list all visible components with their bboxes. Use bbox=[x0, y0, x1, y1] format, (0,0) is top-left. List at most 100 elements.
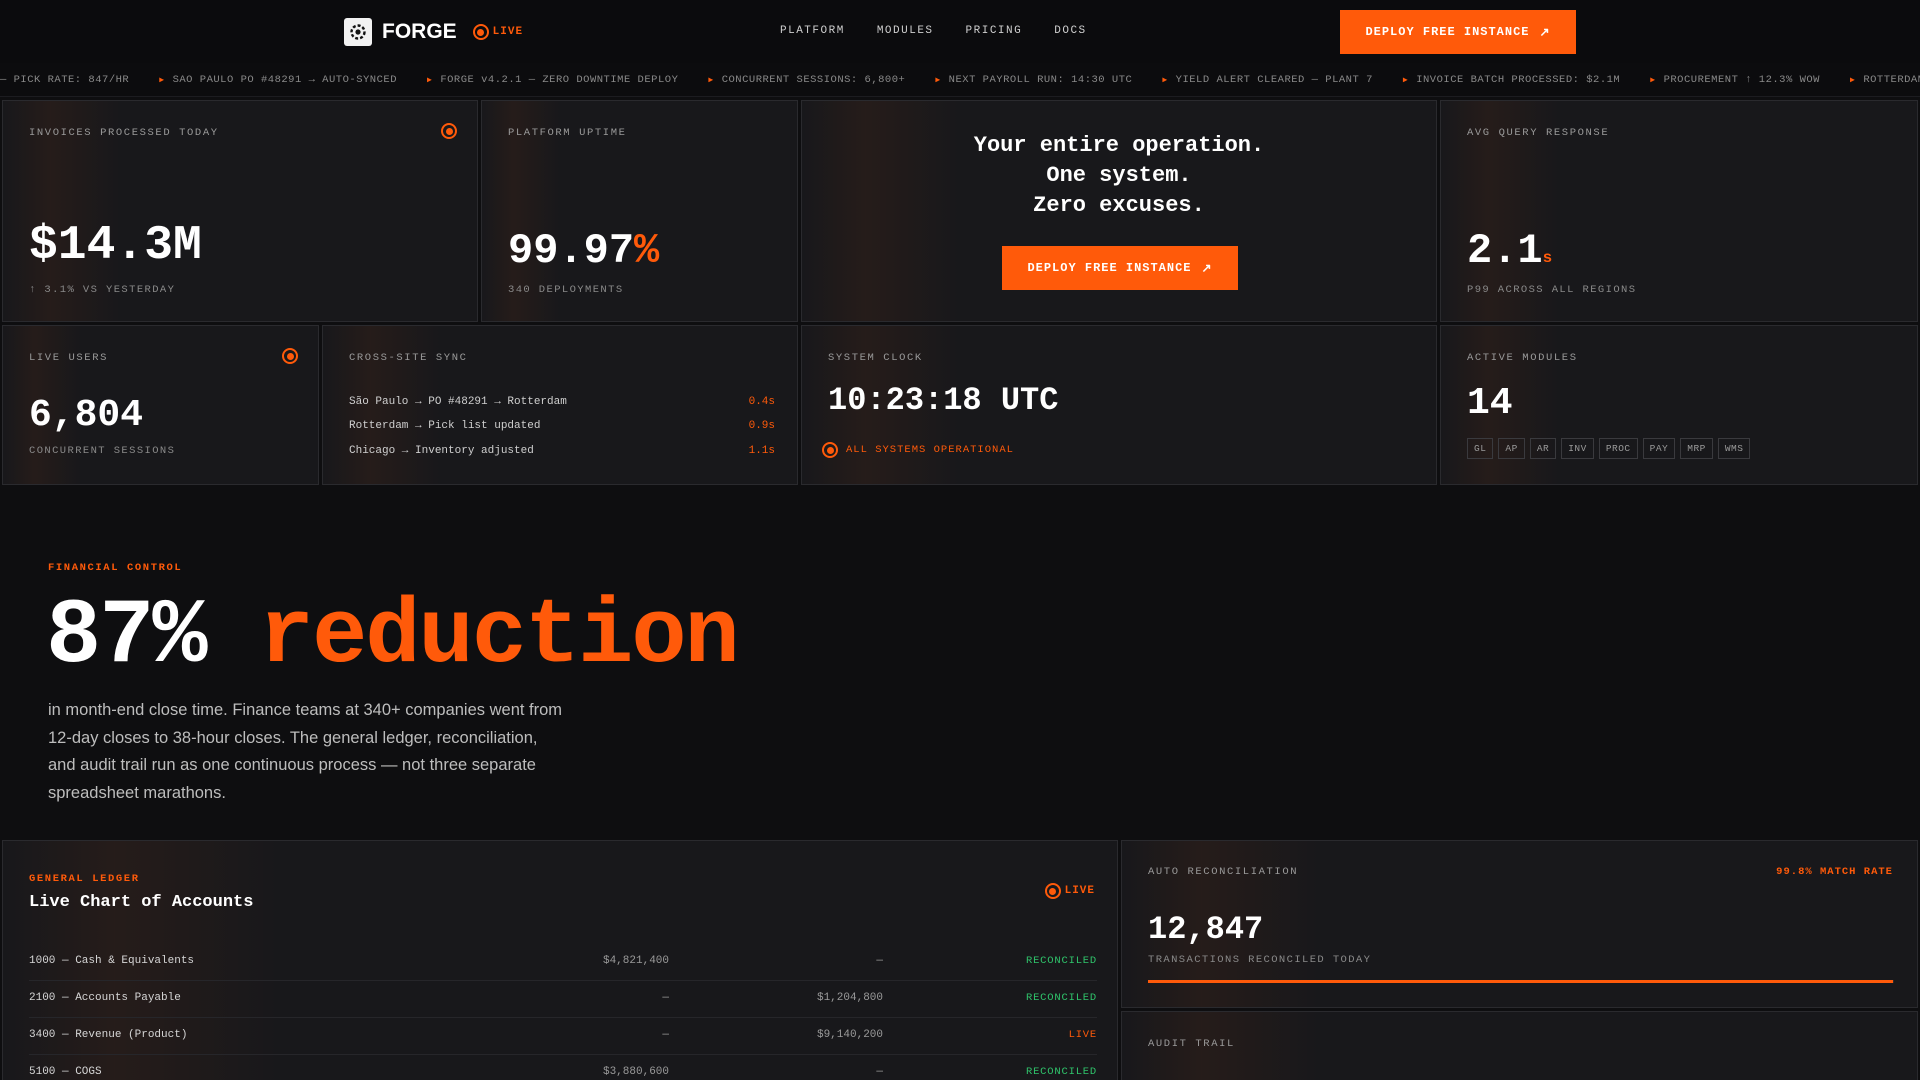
ticker-text: ROTTERDAM WA bbox=[1863, 74, 1920, 86]
headline-word: reduction bbox=[258, 584, 740, 689]
ticker-item: ▶ INVOICE BATCH PROCESSED: $2.1M bbox=[1403, 74, 1620, 86]
credit-value: — bbox=[876, 1066, 883, 1078]
module-chip[interactable]: WMS bbox=[1717, 438, 1751, 459]
ticker-text: INVOICE BATCH PROCESSED: $2.1M bbox=[1416, 74, 1621, 86]
ticker-item: — PICK RATE: 847/HR bbox=[0, 74, 129, 86]
uptime-value: 99.97% bbox=[508, 227, 659, 275]
ticker-text: PROCUREMENT ↑ 12.3% WOW bbox=[1663, 74, 1820, 86]
ticker-item: ▶ ROTTERDAM WA bbox=[1850, 74, 1920, 86]
play-icon: ▶ bbox=[159, 76, 165, 85]
module-chip[interactable]: INV bbox=[1561, 438, 1594, 459]
table-row[interactable]: 2100 — Accounts Payable — $1,204,800 REC… bbox=[29, 981, 1097, 1018]
modules-value: 14 bbox=[1467, 382, 1513, 425]
card-invoices: INVOICES PROCESSED TODAY $14.3M ↑ 3.1% V… bbox=[2, 100, 478, 322]
card-auto-reconciliation: AUTO RECONCILIATION 99.8% MATCH RATE 12,… bbox=[1121, 840, 1918, 1008]
card-label: AUDIT TRAIL bbox=[1148, 1038, 1235, 1050]
card-label: LIVE USERS bbox=[29, 352, 109, 364]
financial-headline: 87% reduction bbox=[46, 582, 740, 692]
arrow-up-right-icon: ↗ bbox=[1201, 261, 1213, 276]
top-nav: FORGE LIVE PLATFORM MODULES PRICING DOCS… bbox=[0, 0, 1920, 63]
status-dot-icon bbox=[822, 442, 838, 458]
card-label: ACTIVE MODULES bbox=[1467, 352, 1578, 364]
query-unit: s bbox=[1542, 249, 1553, 267]
nav-links: PLATFORM MODULES PRICING DOCS bbox=[780, 25, 1087, 37]
play-icon: ▶ bbox=[1402, 76, 1409, 85]
table-row[interactable]: 1000 — Cash & Equivalents $4,821,400 — R… bbox=[29, 944, 1097, 981]
hero-line-3: Zero excuses. bbox=[1033, 193, 1205, 218]
users-sub: CONCURRENT SESSIONS bbox=[29, 445, 176, 457]
ticker-item: ▶ YIELD ALERT CLEARED — PLANT 7 bbox=[1162, 74, 1373, 86]
brand[interactable]: FORGE LIVE bbox=[344, 18, 523, 46]
financial-eyebrow: FINANCIAL CONTROL bbox=[48, 562, 183, 574]
ledger-live-indicator: LIVE bbox=[1044, 883, 1095, 899]
card-label: PLATFORM UPTIME bbox=[508, 127, 627, 139]
nav-link-modules[interactable]: MODULES bbox=[877, 25, 934, 37]
ticker-text: SAO PAULO PO #48291 → AUTO-SYNCED bbox=[172, 74, 397, 86]
credit-value: $1,204,800 bbox=[816, 992, 883, 1004]
recon-value: 12,847 bbox=[1148, 911, 1264, 948]
sync-row: Chicago → Inventory adjusted 1.1s bbox=[349, 445, 775, 457]
query-sub: P99 ACROSS ALL REGIONS bbox=[1467, 284, 1637, 296]
live-indicator: LIVE bbox=[472, 24, 523, 40]
card-uptime: PLATFORM UPTIME 99.97% 340 DEPLOYMENTS bbox=[481, 100, 798, 322]
ticker-item: ▶ PROCUREMENT ↑ 12.3% WOW bbox=[1650, 74, 1820, 86]
card-query: AVG QUERY RESPONSE 2.1s P99 ACROSS ALL R… bbox=[1440, 100, 1918, 322]
uptime-number: 99.97 bbox=[508, 227, 635, 275]
table-row[interactable]: 5100 — COGS $3,880,600 — RECONCILED bbox=[29, 1055, 1097, 1080]
table-row[interactable]: 3400 — Revenue (Product) — $9,140,200 LI… bbox=[29, 1018, 1097, 1055]
module-chip[interactable]: PROC bbox=[1598, 438, 1638, 459]
credit-value: — bbox=[876, 955, 883, 967]
uptime-sub: 340 DEPLOYMENTS bbox=[508, 284, 624, 296]
deploy-free-instance-button[interactable]: DEPLOY FREE INSTANCE ↗ bbox=[1340, 10, 1576, 54]
credit-value: $9,140,200 bbox=[816, 1029, 883, 1041]
card-audit-trail: AUDIT TRAIL bbox=[1121, 1011, 1918, 1080]
ledger-title: Live Chart of Accounts bbox=[29, 893, 254, 912]
recon-progress-track bbox=[1148, 980, 1894, 983]
system-status-text: ALL SYSTEMS OPERATIONAL bbox=[846, 444, 1014, 456]
nav-link-platform[interactable]: PLATFORM bbox=[780, 25, 845, 37]
status-badge: RECONCILED bbox=[1025, 992, 1097, 1004]
module-chips: GL AP AR INV PROC PAY MRP WMS bbox=[1467, 438, 1755, 459]
deploy-button-label: DEPLOY FREE INSTANCE bbox=[1365, 25, 1530, 39]
module-chip[interactable]: AP bbox=[1498, 438, 1525, 459]
account-name: 1000 — Cash & Equivalents bbox=[29, 955, 195, 967]
ticker-item: ▶ FORGE v4.2.1 — ZERO DOWNTIME DEPLOY bbox=[427, 74, 678, 86]
module-chip[interactable]: MRP bbox=[1680, 438, 1713, 459]
debit-value: $4,821,400 bbox=[602, 955, 669, 967]
sync-time: 0.9s bbox=[748, 420, 775, 432]
ledger-live-label: LIVE bbox=[1064, 885, 1095, 897]
ticker-text: NEXT PAYROLL RUN: 14:30 UTC bbox=[948, 74, 1133, 86]
ticker-text: YIELD ALERT CLEARED — PLANT 7 bbox=[1175, 74, 1373, 86]
headline-number: 87% bbox=[46, 584, 208, 689]
card-live-users: LIVE USERS 6,804 CONCURRENT SESSIONS bbox=[2, 325, 319, 485]
recon-progress-fill bbox=[1148, 980, 1893, 983]
users-value: 6,804 bbox=[29, 394, 144, 437]
uptime-unit: % bbox=[634, 227, 660, 275]
ticker-text: FORGE v4.2.1 — ZERO DOWNTIME DEPLOY bbox=[440, 74, 679, 86]
hero-line-2: One system. bbox=[1046, 163, 1192, 188]
account-name: 5100 — COGS bbox=[29, 1066, 102, 1078]
play-icon: ▶ bbox=[1162, 76, 1168, 85]
hero-deploy-label: DEPLOY FREE INSTANCE bbox=[1027, 261, 1192, 275]
card-label: AVG QUERY RESPONSE bbox=[1467, 127, 1610, 139]
module-chip[interactable]: PAY bbox=[1642, 438, 1676, 459]
module-chip[interactable]: AR bbox=[1529, 438, 1557, 459]
ticker-item: ▶ SAO PAULO PO #48291 → AUTO-SYNCED bbox=[159, 74, 397, 86]
hero-deploy-button[interactable]: DEPLOY FREE INSTANCE ↗ bbox=[1002, 246, 1238, 290]
card-system-clock: SYSTEM CLOCK 10:23:18 UTC ALL SYSTEMS OP… bbox=[801, 325, 1437, 485]
nav-link-pricing[interactable]: PRICING bbox=[966, 25, 1023, 37]
module-chip[interactable]: GL bbox=[1467, 438, 1494, 459]
invoices-delta: ↑ 3.1% VS YESTERDAY bbox=[29, 284, 176, 296]
invoices-value: $14.3M bbox=[29, 219, 202, 273]
forge-logo-icon bbox=[344, 18, 372, 46]
account-name: 3400 — Revenue (Product) bbox=[29, 1029, 188, 1041]
play-icon: ▶ bbox=[427, 76, 433, 85]
card-label: SYSTEM CLOCK bbox=[828, 352, 923, 364]
card-hero: Your entire operation. One system. Zero … bbox=[801, 100, 1437, 322]
status-badge: RECONCILED bbox=[1025, 1066, 1097, 1078]
hero-text: Your entire operation. One system. Zero … bbox=[802, 131, 1436, 221]
nav-link-docs[interactable]: DOCS bbox=[1054, 25, 1086, 37]
live-dot-icon bbox=[441, 123, 457, 139]
card-active-modules: ACTIVE MODULES 14 GL AP AR INV PROC PAY MRP WMS bbox=[1440, 325, 1918, 485]
brand-name: FORGE bbox=[382, 20, 457, 43]
